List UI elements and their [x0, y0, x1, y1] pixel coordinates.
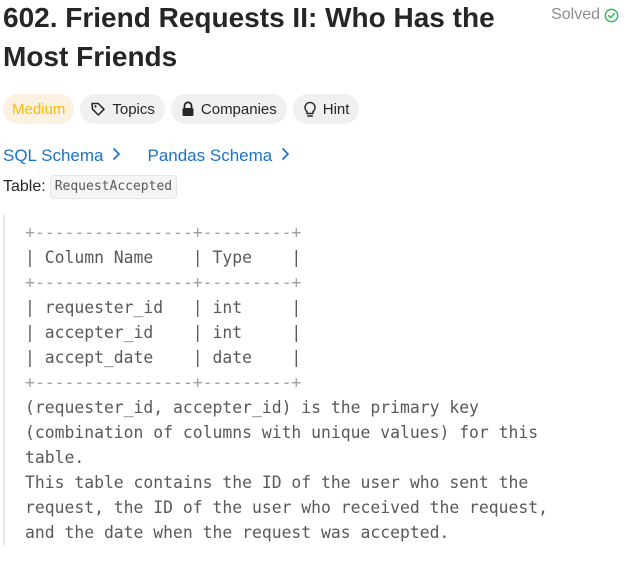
topics-button[interactable]: Topics — [80, 94, 165, 124]
schema-preformatted: +----------------+---------+ | Column Na… — [25, 220, 548, 545]
chevron-right-icon — [281, 146, 290, 166]
companies-button[interactable]: Companies — [170, 94, 287, 124]
solved-status: Solved — [551, 6, 619, 24]
companies-label: Companies — [200, 100, 277, 118]
topics-label: Topics — [112, 100, 155, 118]
sql-schema-link[interactable]: SQL Schema — [3, 146, 121, 166]
lightbulb-icon — [303, 101, 317, 118]
table-row: | accepter_id | int | — [25, 323, 302, 342]
table-name-line: Table: RequestAccepted — [3, 175, 178, 199]
tag-icon — [90, 101, 106, 117]
page-title: 602. Friend Requests II: Who Has the Mos… — [3, 2, 495, 72]
schema-code-block: +----------------+---------+ | Column Na… — [3, 215, 623, 545]
hint-button[interactable]: Hint — [292, 94, 360, 124]
table-border-top: +----------------+---------+ — [25, 223, 302, 242]
difficulty-badge: Medium — [3, 94, 75, 124]
table-border-mid: +----------------+---------+ — [25, 273, 302, 292]
sql-schema-label: SQL Schema — [3, 146, 104, 165]
schema-links: SQL Schema Pandas Schema — [3, 146, 290, 166]
description-line: table. — [25, 448, 85, 467]
table-label: Table: — [3, 178, 46, 195]
difficulty-label: Medium — [12, 100, 66, 118]
table-name-code: RequestAccepted — [49, 175, 178, 199]
problem-header: 602. Friend Requests II: Who Has the Mos… — [3, 0, 633, 80]
solved-label: Solved — [551, 6, 600, 23]
description-line: (requester_id, accepter_id) is the prima… — [25, 398, 479, 417]
check-circle-icon — [604, 8, 619, 23]
tag-row: Medium Topics Companies Hint — [3, 94, 360, 124]
table-border-bottom: +----------------+---------+ — [25, 373, 302, 392]
description-line: request, the ID of the user who received… — [25, 498, 549, 517]
description-line: and the date when the request was accept… — [25, 523, 450, 542]
description-line: This table contains the ID of the user w… — [25, 473, 529, 492]
pandas-schema-label: Pandas Schema — [147, 146, 273, 165]
hint-label: Hint — [322, 100, 350, 118]
table-header-row: | Column Name | Type | — [25, 248, 302, 267]
table-row: | requester_id | int | — [25, 298, 302, 317]
table-row: | accept_date | date | — [25, 348, 302, 367]
pandas-schema-link[interactable]: Pandas Schema — [147, 146, 290, 166]
lock-icon — [181, 101, 195, 117]
description-line: (combination of columns with unique valu… — [25, 423, 539, 442]
chevron-right-icon — [112, 146, 121, 166]
